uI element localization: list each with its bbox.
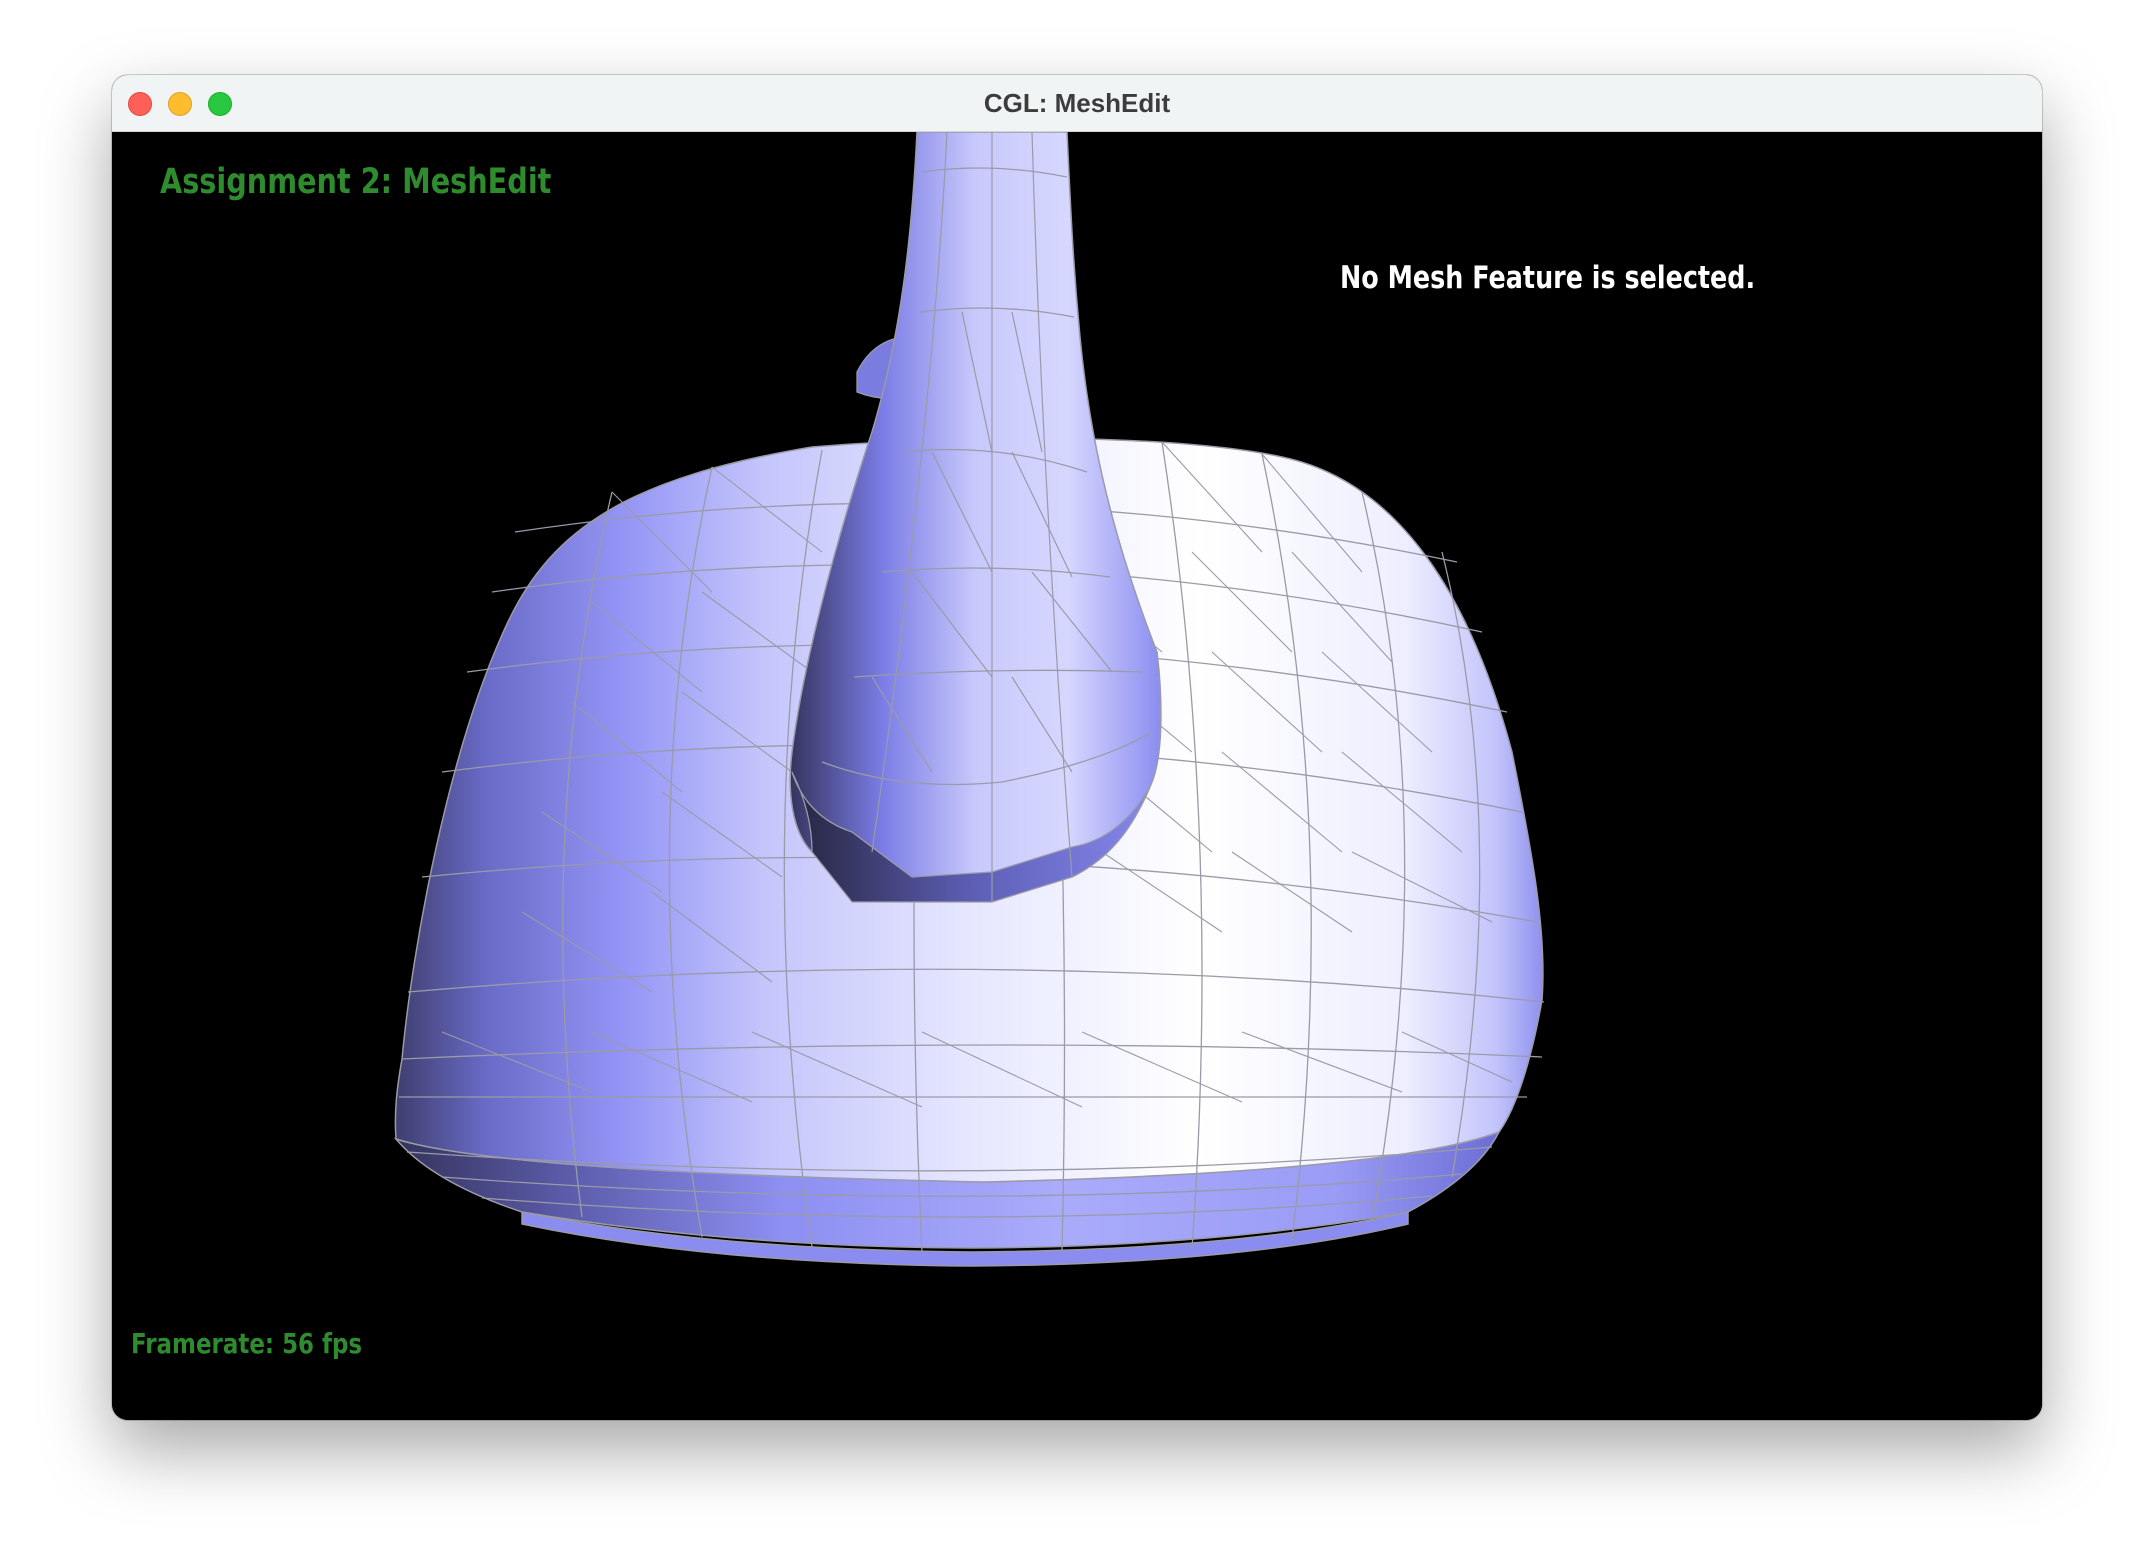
app-window: CGL: MeshEdit Assignment 2: MeshEdit No … [112, 75, 2042, 1420]
framerate-label: Framerate: 56 fps [131, 1327, 363, 1360]
render-viewport[interactable]: Assignment 2: MeshEdit No Mesh Feature i… [112, 132, 2042, 1420]
assignment-label: Assignment 2: MeshEdit [160, 162, 552, 202]
selection-status: No Mesh Feature is selected. [1340, 260, 1756, 296]
teapot-mesh[interactable] [112, 132, 2042, 1420]
window-title: CGL: MeshEdit [983, 88, 1171, 118]
title-bar[interactable]: CGL: MeshEdit [112, 75, 2042, 132]
